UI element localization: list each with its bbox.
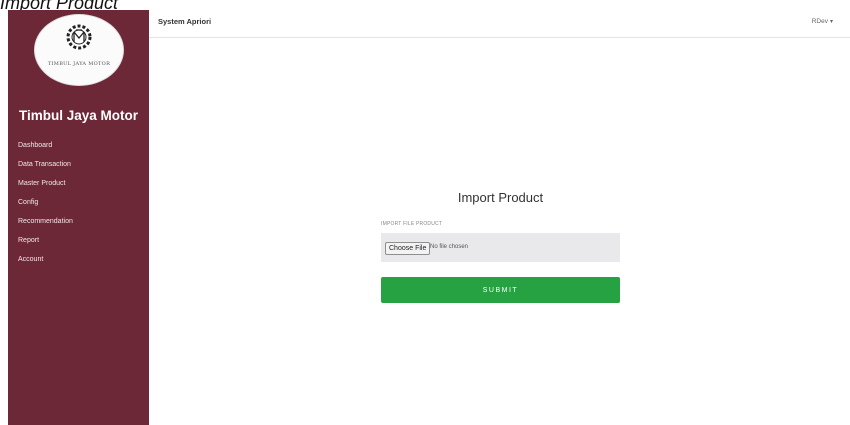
sidebar-item-recommendation[interactable]: Recommendation [18,212,73,231]
sidebar-item-report[interactable]: Report [18,231,73,250]
page-title: Import Product [457,190,544,205]
sidebar-item-master-product[interactable]: Master Product [18,174,73,193]
sidebar-item-account[interactable]: Account [18,250,73,269]
sidebar-item-data-transaction[interactable]: Data Transaction [18,155,73,174]
sidebar: TIMBUL JAYA MOTOR Timbul Jaya Motor Dash… [8,10,149,425]
file-input[interactable]: Choose File No file chosen [381,233,620,262]
choose-file-button[interactable]: Choose File [385,242,431,255]
sidebar-item-dashboard[interactable]: Dashboard [18,136,73,155]
user-name: RDev [811,18,828,25]
brand-logo: TIMBUL JAYA MOTOR [34,14,124,86]
sidebar-nav: Dashboard Data Transaction Master Produc… [18,136,73,269]
brand-name: Timbul Jaya Motor [18,108,139,123]
submit-button[interactable]: SUBMIT [381,277,620,303]
user-menu[interactable]: RDev ▾ [812,18,833,25]
file-field-label: IMPORT FILE PRODUCT [381,221,443,227]
logo-text: TIMBUL JAYA MOTOR [47,61,111,67]
chevron-down-icon: ▾ [829,19,833,25]
file-status-text: No file chosen [430,244,469,250]
app-title: System Apriori [158,17,212,26]
topbar: System Apriori RDev ▾ [149,10,850,38]
logo-mark-icon [66,24,92,50]
sidebar-item-config[interactable]: Config [18,193,73,212]
